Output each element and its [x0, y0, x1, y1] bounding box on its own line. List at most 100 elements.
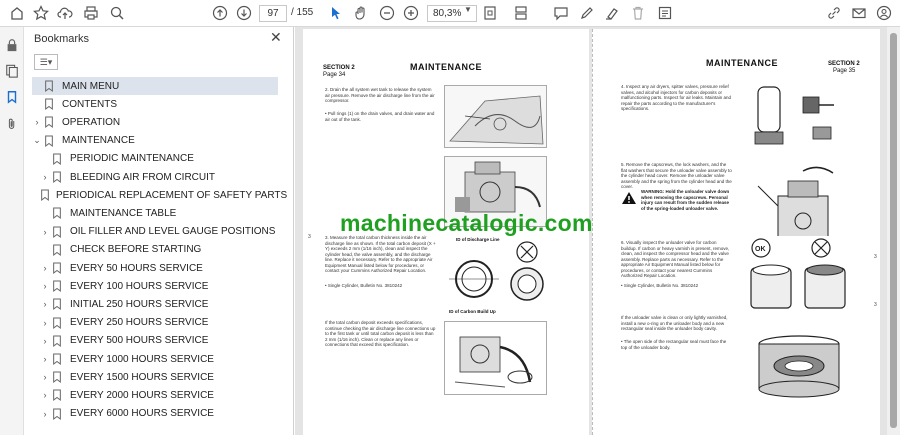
margin-marker: 3: [874, 254, 877, 260]
margin-marker: 3: [308, 234, 311, 240]
bookmarks-icon[interactable]: [4, 89, 20, 105]
comment-icon[interactable]: [552, 4, 570, 22]
page-thumbnails-icon[interactable]: [4, 63, 20, 79]
bookmark-label: MAINTENANCE TABLE: [70, 207, 177, 219]
next-page-icon[interactable]: [235, 4, 253, 22]
section-label: SECTION 2: [323, 65, 355, 71]
chevron-right-icon[interactable]: ›: [40, 336, 50, 346]
bookmark-item[interactable]: › EVERY 1000 HOURS SERVICE: [40, 350, 278, 368]
page-number-input[interactable]: 97: [259, 5, 287, 22]
chevron-right-icon[interactable]: ›: [40, 281, 50, 291]
bookmark-icon: [40, 188, 50, 202]
bookmark-item[interactable]: › EVERY 100 HOURS SERVICE: [40, 277, 278, 295]
svg-text:OK: OK: [755, 246, 766, 253]
bookmark-label: CHECK BEFORE STARTING: [70, 244, 202, 256]
paragraph-step-7-note: • The open side of the rectangular seal …: [621, 339, 727, 350]
chevron-right-icon[interactable]: ›: [40, 172, 50, 182]
pen-draw-icon[interactable]: [578, 4, 596, 22]
chevron-down-icon[interactable]: ⌄: [32, 135, 42, 146]
bookmark-item[interactable]: › EVERY 250 HOURS SERVICE: [40, 314, 278, 332]
bookmark-item[interactable]: PERIODIC MAINTENANCE: [40, 150, 278, 168]
paragraph-step-4: 4. Inspect any air dryers, spitter valve…: [621, 84, 732, 111]
bookmark-label: EVERY 2000 HOURS SERVICE: [70, 389, 214, 401]
bookmark-icon: [50, 334, 64, 348]
email-icon[interactable]: [850, 4, 868, 22]
bookmark-item[interactable]: › EVERY 50 HOURS SERVICE: [40, 259, 278, 277]
figure-ok-not-ok: OK: [743, 236, 855, 321]
bookmark-item[interactable]: PERIODICAL REPLACEMENT OF SAFETY PARTS: [40, 186, 287, 204]
bookmark-label: CONTENTS: [62, 98, 117, 110]
home-icon[interactable]: [8, 4, 26, 22]
page-total: / 155: [291, 7, 314, 18]
chevron-right-icon[interactable]: ›: [40, 372, 50, 382]
bookmark-icon: [50, 279, 64, 293]
bookmark-label: EVERY 250 HOURS SERVICE: [70, 317, 209, 329]
account-icon[interactable]: [875, 4, 893, 22]
zoom-in-icon[interactable]: [402, 4, 420, 22]
bookmark-icon: [42, 79, 56, 93]
bookmark-label: INITIAL 250 HOURS SERVICE: [70, 298, 209, 310]
print-icon[interactable]: [82, 4, 100, 22]
bookmark-label: EVERY 100 HOURS SERVICE: [70, 280, 209, 292]
chevron-right-icon[interactable]: ›: [40, 263, 50, 273]
figure-air-dryer: [743, 77, 855, 159]
bookmark-icon: [42, 134, 56, 148]
bookmark-item[interactable]: MAIN MENU: [32, 77, 278, 95]
chevron-right-icon[interactable]: ›: [40, 409, 50, 419]
figure-label-carbon-build-up: ID of Carbon Build Up: [449, 309, 496, 314]
bookmark-label: EVERY 1000 HOURS SERVICE: [70, 353, 214, 365]
bookmark-icon: [50, 370, 64, 384]
fit-page-icon[interactable]: [481, 4, 499, 22]
attachment-icon[interactable]: [4, 116, 20, 132]
upload-cloud-icon[interactable]: [56, 4, 74, 22]
lock-icon[interactable]: [4, 37, 20, 53]
zoom-out-icon[interactable]: [378, 4, 396, 22]
close-icon[interactable]: ✕: [270, 29, 282, 46]
bookmark-item[interactable]: › EVERY 1500 HOURS SERVICE: [40, 368, 278, 386]
bookmark-item[interactable]: › OPERATION: [32, 113, 278, 131]
highlight-icon[interactable]: [603, 4, 621, 22]
hand-tool-icon[interactable]: [352, 4, 370, 22]
bookmark-icon: [42, 97, 56, 111]
link-edit-icon[interactable]: [825, 4, 843, 22]
chevron-right-icon[interactable]: ›: [32, 117, 42, 127]
scrollbar-thumb[interactable]: [890, 33, 897, 428]
bookmark-label: EVERY 500 HOURS SERVICE: [70, 335, 209, 347]
bookmark-icon: [50, 152, 64, 166]
document-scrollbar[interactable]: [887, 27, 900, 435]
delete-trash-icon[interactable]: [629, 4, 647, 22]
bookmark-item[interactable]: › EVERY 500 HOURS SERVICE: [40, 332, 278, 350]
zoom-search-icon[interactable]: [108, 4, 126, 22]
chevron-down-icon[interactable]: ▼: [464, 5, 472, 14]
bookmark-icon: [50, 297, 64, 311]
bookmark-item[interactable]: › BLEEDING AIR FROM CIRCUIT: [40, 168, 278, 186]
bookmark-icon: [50, 225, 64, 239]
scroll-mode-icon[interactable]: [512, 4, 530, 22]
bookmark-star-icon[interactable]: [32, 4, 50, 22]
bookmark-item[interactable]: CONTENTS: [32, 95, 278, 113]
bookmark-options-button[interactable]: ☰▾: [34, 54, 58, 70]
bookmark-item[interactable]: › INITIAL 250 HOURS SERVICE: [40, 295, 278, 313]
chevron-right-icon[interactable]: ›: [40, 390, 50, 400]
chevron-right-icon[interactable]: ›: [40, 318, 50, 328]
bookmark-icon: [50, 388, 64, 402]
watermark-text: machinecatalogic.com: [340, 210, 593, 236]
bookmark-icon: [50, 261, 64, 275]
bookmark-label: PERIODIC MAINTENANCE: [70, 153, 194, 165]
previous-page-icon[interactable]: [211, 4, 229, 22]
bookmark-item[interactable]: › EVERY 6000 HOURS SERVICE: [40, 405, 278, 423]
bookmark-item[interactable]: › EVERY 2000 HOURS SERVICE: [40, 386, 278, 404]
select-cursor-icon[interactable]: [327, 4, 345, 22]
bookmark-item[interactable]: ⌄ MAINTENANCE: [32, 132, 278, 150]
properties-icon[interactable]: [656, 4, 674, 22]
chevron-right-icon[interactable]: ›: [40, 299, 50, 309]
chevron-right-icon[interactable]: ›: [40, 227, 50, 237]
bookmark-icon: [50, 243, 64, 257]
bookmark-icon: [42, 115, 56, 129]
bookmark-item[interactable]: › OIL FILLER AND LEVEL GAUGE POSITIONS: [40, 223, 278, 241]
bookmark-icon: [50, 170, 64, 184]
navigation-rail: [0, 27, 24, 435]
bookmark-item[interactable]: MAINTENANCE TABLE: [40, 204, 278, 222]
chevron-right-icon[interactable]: ›: [40, 354, 50, 364]
bookmark-item[interactable]: CHECK BEFORE STARTING: [40, 241, 278, 259]
